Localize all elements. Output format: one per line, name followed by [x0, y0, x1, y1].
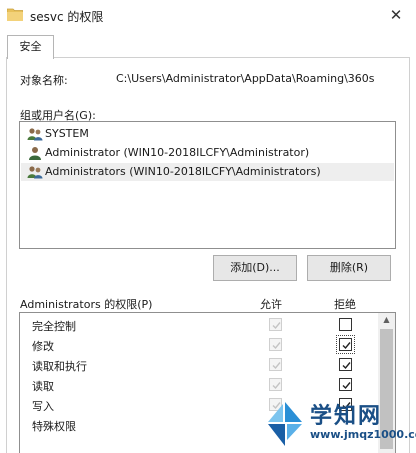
list-item-administrator[interactable]: Administrator (WIN10-2018ILCFY\Administr…: [21, 144, 394, 162]
title-bar: sesvc 的权限 ✕: [0, 0, 416, 32]
permission-name: 完全控制: [32, 320, 76, 333]
tab-strip: 安全: [0, 32, 416, 59]
tab-security[interactable]: 安全: [7, 35, 54, 59]
permission-row: 修改: [20, 335, 378, 355]
group-user-list[interactable]: SYSTEM Administrator (WIN10-2018ILCFY\Ad…: [19, 121, 396, 249]
permission-row: 读取: [20, 375, 378, 395]
list-item-system[interactable]: SYSTEM: [21, 125, 394, 143]
watermark-logo-icon: [264, 400, 306, 448]
list-item-label: Administrators (WIN10-2018ILCFY\Administ…: [45, 165, 321, 178]
allow-checkbox[interactable]: [269, 378, 282, 391]
deny-checkbox[interactable]: [339, 378, 352, 391]
permission-name: 特殊权限: [32, 420, 76, 433]
permissions-label: Administrators 的权限(P): [20, 298, 153, 311]
permission-name: 读取: [32, 380, 54, 393]
user-icon: [27, 146, 43, 160]
deny-checkbox[interactable]: [339, 318, 352, 331]
permission-row: 读取和执行: [20, 355, 378, 375]
window-title: sesvc 的权限: [30, 10, 104, 24]
permission-row: 完全控制: [20, 315, 378, 335]
allow-checkbox[interactable]: [269, 338, 282, 351]
deny-checkbox[interactable]: [336, 335, 355, 354]
list-item-label: SYSTEM: [45, 127, 89, 140]
users-group-icon: [27, 127, 43, 141]
close-button[interactable]: ✕: [384, 4, 408, 26]
object-name-label: 对象名称:: [20, 74, 68, 87]
permission-name: 修改: [32, 340, 54, 353]
list-item-label: Administrator (WIN10-2018ILCFY\Administr…: [45, 146, 310, 159]
permission-name: 读取和执行: [32, 360, 87, 373]
list-item-administrators[interactable]: Administrators (WIN10-2018ILCFY\Administ…: [21, 163, 394, 181]
watermark-url: www.jmqz1000.com: [310, 428, 416, 441]
deny-checkbox[interactable]: [339, 358, 352, 371]
allow-checkbox[interactable]: [269, 358, 282, 371]
users-group-icon: [27, 165, 43, 179]
folder-icon: [6, 8, 24, 22]
scroll-up-icon[interactable]: ▲: [378, 313, 395, 327]
remove-button[interactable]: 删除(R): [307, 255, 391, 281]
object-name-value: C:\Users\Administrator\AppData\Roaming\3…: [116, 72, 375, 85]
allow-column-header: 允许: [260, 298, 282, 311]
deny-column-header: 拒绝: [334, 298, 356, 311]
add-button[interactable]: 添加(D)...: [213, 255, 297, 281]
watermark-name: 学知网: [310, 404, 383, 429]
allow-checkbox[interactable]: [269, 318, 282, 331]
watermark: 学知网 www.jmqz1000.com: [262, 394, 416, 453]
permission-name: 写入: [32, 400, 54, 413]
